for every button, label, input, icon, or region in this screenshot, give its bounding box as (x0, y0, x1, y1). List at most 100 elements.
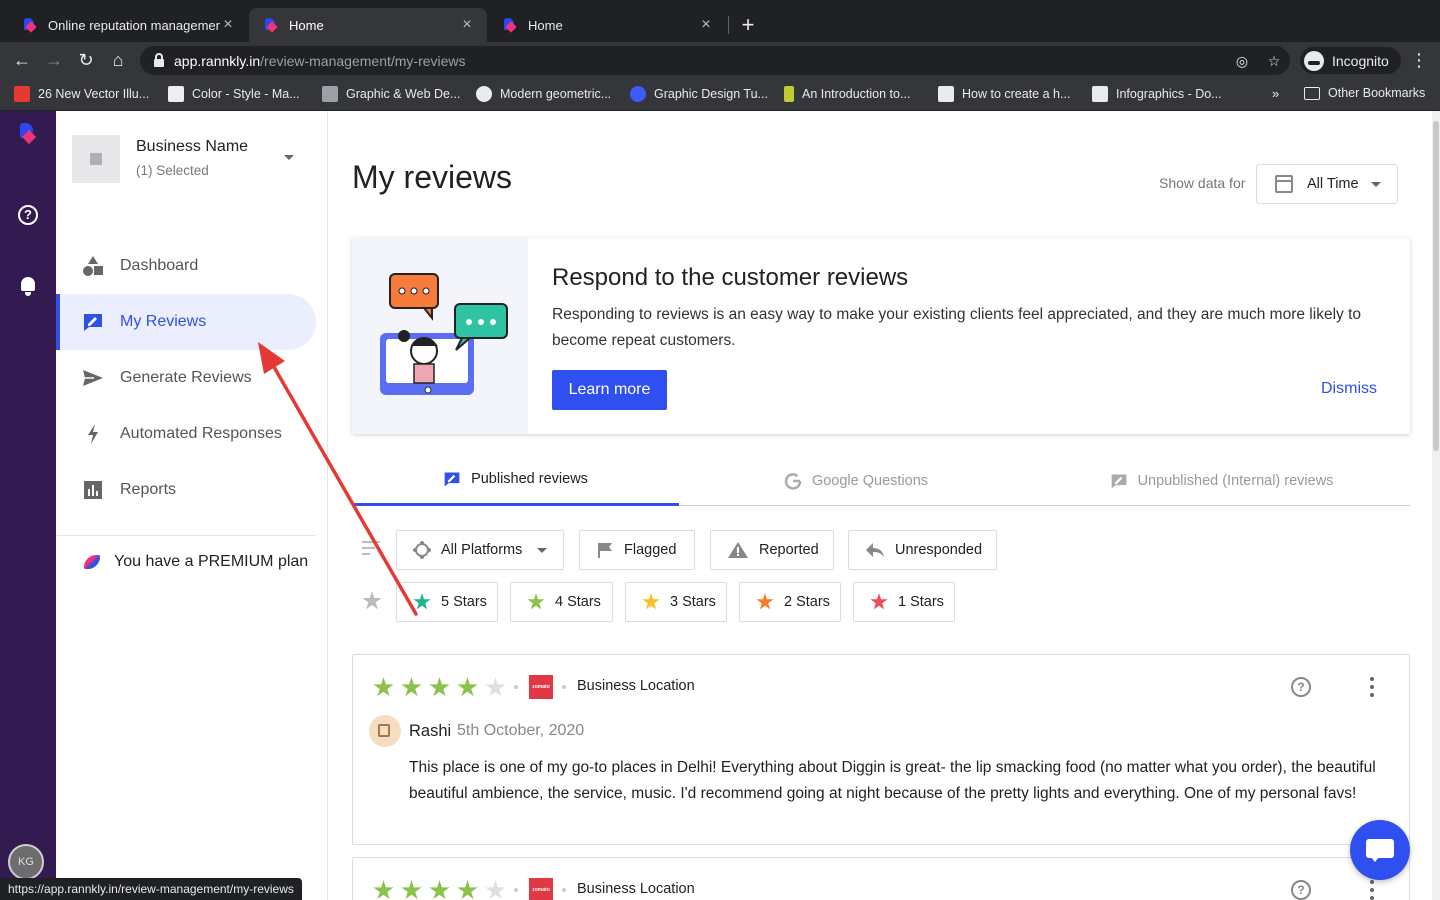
bookmark-favicon-icon (168, 86, 184, 102)
google-icon (784, 472, 802, 490)
bookmarks-bar: 26 New Vector Illu... Color - Style - Ma… (0, 79, 1440, 111)
flagged-filter[interactable]: Flagged (579, 530, 695, 570)
bookmark-favicon-icon (14, 86, 30, 102)
sidebar-item-reports[interactable]: Reports (56, 462, 316, 518)
url-path: /review-management/my-reviews (260, 52, 466, 69)
app-rail: ? KG (0, 111, 56, 900)
incognito-badge[interactable]: Incognito (1300, 47, 1401, 74)
tab-google-questions[interactable]: Google Questions (679, 455, 1033, 506)
respond-banner: Respond to the customer reviews Respondi… (352, 238, 1410, 434)
separator-dot (562, 685, 566, 689)
bookmark-item[interactable]: Modern geometric... (476, 86, 611, 102)
send-icon (82, 367, 104, 389)
sidebar-item-label: Generate Reviews (120, 369, 252, 386)
chat-widget-icon[interactable] (1350, 820, 1410, 880)
more-options-icon[interactable] (1367, 878, 1377, 900)
home-icon[interactable]: ⌂ (106, 48, 130, 72)
reviewer-name: Rashi (409, 722, 452, 740)
browser-tab-home-active[interactable]: Home × (249, 8, 487, 42)
address-bar[interactable]: app.rannkly.in/review-management/my-revi… (140, 46, 1290, 75)
browser-toolbar: ← → ↻ ⌂ app.rannkly.in/review-management… (0, 42, 1440, 79)
url-host: app.rannkly.in (174, 52, 261, 69)
platforms-label: All Platforms (441, 542, 523, 558)
bookmark-label: Modern geometric... (500, 87, 612, 101)
close-icon[interactable]: × (698, 16, 714, 34)
forward-arrow-icon[interactable]: → (42, 48, 66, 72)
other-bookmarks-label: Other Bookmarks (1328, 86, 1426, 100)
help-icon[interactable]: ? (1291, 880, 1311, 900)
three-stars-filter[interactable]: 3 Stars (625, 582, 727, 622)
star-filter-label: 3 Stars (670, 594, 716, 610)
filter-lines-icon[interactable] (362, 541, 380, 555)
premium-plan-notice: You have a PREMIUM plan (82, 553, 308, 571)
folder-icon (1304, 86, 1320, 100)
help-icon[interactable]: ? (18, 205, 38, 225)
reported-filter[interactable]: Reported (710, 530, 834, 570)
premium-prefix: You have a (114, 553, 198, 570)
browser-menu-icon[interactable]: ⋮ (1410, 50, 1428, 71)
new-tab-plus-icon[interactable]: + (738, 12, 758, 38)
four-stars-filter[interactable]: 4 Stars (510, 582, 613, 622)
bookmark-item[interactable]: 26 New Vector Illu... (14, 86, 149, 102)
sidebar-item-generate-reviews[interactable]: Generate Reviews (56, 350, 316, 406)
notification-bell-icon[interactable] (18, 275, 38, 297)
review-edit-icon (1110, 472, 1128, 490)
star-filled-icon (429, 677, 450, 697)
platforms-icon (413, 541, 431, 559)
flag-icon (596, 541, 614, 559)
business-location: Business Location (577, 881, 695, 897)
tab-title: Home (528, 17, 563, 33)
close-icon[interactable]: × (459, 16, 475, 34)
unresponded-filter[interactable]: Unresponded (848, 530, 997, 570)
browser-tab-online-reputation[interactable]: Online reputation management × (8, 8, 248, 42)
sidebar-item-dashboard[interactable]: Dashboard (56, 238, 316, 294)
incognito-icon (1304, 50, 1324, 71)
bookmark-item[interactable]: Infographics - Do... (1092, 86, 1222, 102)
back-arrow-icon[interactable]: ← (10, 48, 34, 72)
learn-more-button[interactable]: Learn more (552, 370, 667, 410)
bookmark-label: How to create a h... (962, 87, 1071, 101)
sidebar-item-my-reviews[interactable]: My Reviews (56, 294, 316, 350)
browser-tab-home[interactable]: Home × (488, 8, 726, 42)
user-avatar[interactable]: KG (8, 844, 44, 880)
chevron-down-icon (537, 548, 547, 553)
star-filter-all-icon[interactable] (362, 591, 382, 610)
other-bookmarks[interactable]: Other Bookmarks (1304, 86, 1425, 100)
incognito-label: Incognito (1332, 52, 1389, 69)
chat-illustration (352, 238, 528, 434)
more-options-icon[interactable] (1367, 675, 1377, 699)
business-location: Business Location (577, 678, 695, 694)
rannkly-logo-icon[interactable] (18, 123, 38, 147)
all-platforms-dropdown[interactable]: All Platforms (396, 530, 564, 570)
star-filled-icon (457, 677, 478, 697)
sidebar-item-automated-responses[interactable]: Automated Responses (56, 406, 316, 462)
business-selector[interactable]: Business Name (1) Selected (72, 135, 312, 185)
one-star-filter[interactable]: 1 Stars (853, 582, 955, 622)
two-stars-filter[interactable]: 2 Stars (739, 582, 841, 622)
tab-unpublished-reviews[interactable]: Unpublished (Internal) reviews (1033, 455, 1410, 506)
close-icon[interactable]: × (220, 16, 236, 34)
bookmark-star-icon[interactable]: ☆ (1266, 53, 1282, 69)
dismiss-link[interactable]: Dismiss (1321, 380, 1377, 398)
business-name: Business Name (136, 138, 249, 155)
eye-slash-icon[interactable]: ◎ (1234, 53, 1250, 69)
date-range-select[interactable]: All Time (1256, 164, 1398, 204)
bookmark-item[interactable]: How to create a h... (938, 86, 1070, 102)
star-filter-label: 2 Stars (784, 594, 830, 610)
sidebar: Business Name (1) Selected Dashboard My … (56, 111, 328, 900)
unresponded-label: Unresponded (895, 542, 983, 558)
bookmark-item[interactable]: Graphic Design Tu... (630, 86, 768, 102)
bookmark-item[interactable]: Graphic & Web De... (322, 86, 460, 102)
reload-icon[interactable]: ↻ (74, 48, 98, 72)
star-filled-icon (401, 880, 422, 900)
five-stars-filter[interactable]: 5 Stars (396, 582, 498, 622)
bookmarks-overflow-icon[interactable]: » (1272, 86, 1279, 101)
reviewer-avatar (369, 715, 401, 747)
help-icon[interactable]: ? (1291, 677, 1311, 697)
bookmark-item[interactable]: An Introduction to... (784, 86, 910, 102)
star-icon (642, 593, 660, 611)
bookmark-item[interactable]: Color - Style - Ma... (168, 86, 300, 102)
rannkly-favicon-icon (502, 17, 518, 33)
tab-published-reviews[interactable]: Published reviews (352, 455, 679, 506)
scrollbar-thumb[interactable] (1433, 121, 1439, 451)
